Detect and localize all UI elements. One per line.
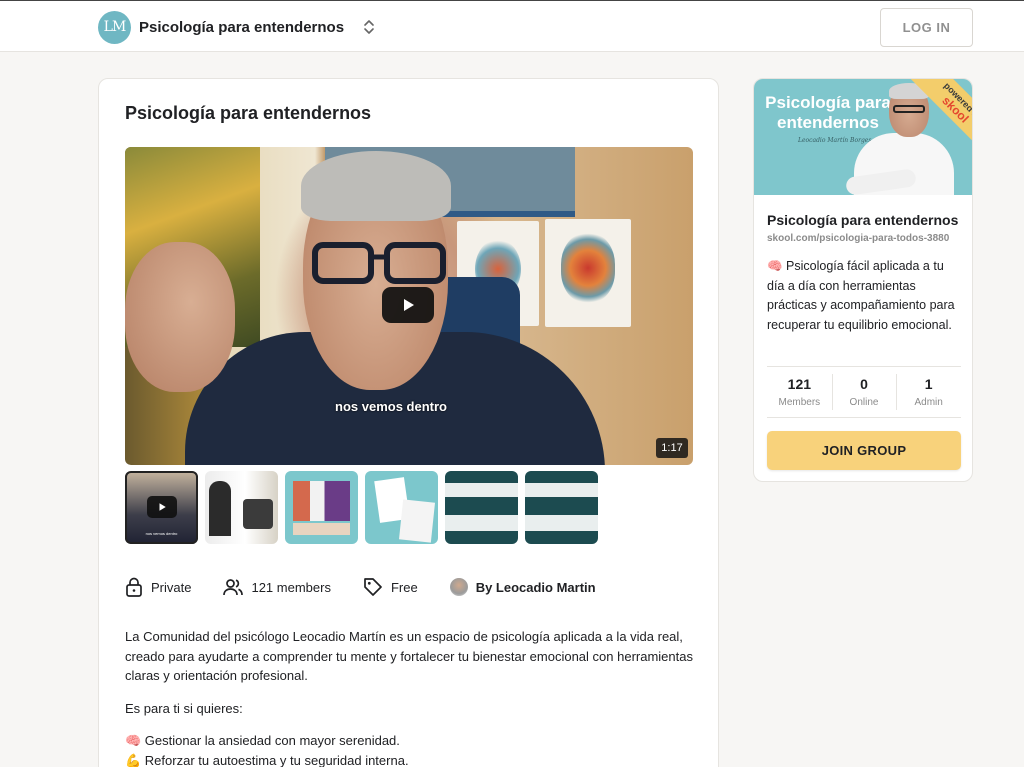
login-button[interactable]: LOG IN [880, 8, 973, 47]
users-icon [223, 579, 244, 596]
play-icon [147, 496, 177, 518]
group-switcher[interactable]: LM Psicología para entendernos [98, 10, 376, 44]
description-para-ti: Es para ti si quieres: [125, 700, 243, 716]
intro-video[interactable]: nos vemos dentro 1:17 [125, 147, 693, 465]
video-scene [312, 242, 446, 284]
members-label: 121 members [251, 579, 331, 595]
description-line: claras y orientación profesional. [125, 668, 308, 683]
about-card: Psicología para entendernos nos vemos de… [98, 78, 719, 767]
video-caption: nos vemos dentro [335, 399, 447, 414]
group-summary-card: Psicología para entendernos Leocadio Mar… [753, 78, 973, 482]
group-cover-image: Psicología para entendernos Leocadio Mar… [754, 79, 972, 195]
tag-icon [364, 578, 382, 596]
stat-value: 0 [860, 376, 868, 392]
author-info[interactable]: By Leocadio Martin [449, 578, 596, 596]
description-bullet: 🧠 Gestionar la ansiedad con mayor sereni… [125, 733, 400, 748]
stat-online: 0 Online [831, 368, 897, 416]
video-scene [125, 242, 235, 392]
thumbnail-image[interactable] [525, 471, 598, 544]
thumbnail-caption: nos vemos dentro [145, 531, 178, 536]
group-description: La Comunidad del psicólogo Leocadio Mart… [125, 627, 697, 767]
media-thumbnails: nos vemos dentro [125, 471, 598, 544]
divider [767, 366, 961, 367]
divider [767, 417, 961, 418]
description-bullet: 💪 Reforzar tu autoestima y tu seguridad … [125, 752, 409, 767]
group-stats: 121 Members 0 Online 1 Admin [767, 368, 961, 416]
price-info: Free [363, 577, 418, 597]
page-title: Psicología para entendernos [125, 103, 372, 123]
privacy-info: Private [125, 577, 191, 597]
description-intro: La Comunidad del psicólogo Leocadio Mart… [125, 627, 697, 686]
members-info: 121 members [223, 578, 331, 596]
play-icon [404, 299, 414, 311]
video-scene [301, 151, 451, 221]
thumbnail-video[interactable]: nos vemos dentro [125, 471, 198, 544]
author-label: By Leocadio Martin [475, 579, 596, 595]
video-scene [545, 219, 631, 327]
thumbnail-image[interactable] [445, 471, 518, 544]
lock-icon [126, 577, 142, 597]
group-tagline: 🧠 Psicología fácil aplicada a tu día a d… [767, 259, 955, 332]
group-name: Psicología para entendernos [139, 18, 345, 36]
thumbnail-image[interactable] [365, 471, 438, 544]
video-duration: 1:17 [656, 438, 688, 458]
author-avatar [449, 578, 468, 596]
price-label: Free [390, 579, 418, 595]
thumbnail-image[interactable] [205, 471, 278, 544]
group-url: skool.com/psicologia-para-todos-3880 [767, 233, 950, 244]
description-line: La Comunidad del psicólogo Leocadio Mart… [125, 629, 683, 644]
stat-label: Members [778, 397, 821, 408]
description-line: creado para ayudarte a comprender tu men… [125, 648, 693, 664]
group-name: Psicología para entendernos [767, 212, 959, 228]
chevron-up-down-icon[interactable] [362, 17, 376, 37]
stat-value: 121 [787, 376, 812, 392]
thumbnail-image[interactable] [285, 471, 358, 544]
stat-value: 1 [924, 376, 933, 392]
top-header: LM Psicología para entendernos LOG IN [0, 0, 1024, 52]
join-group-button[interactable]: JOIN GROUP [767, 431, 961, 470]
description-bullets: 🧠 Gestionar la ansiedad con mayor sereni… [125, 731, 697, 767]
privacy-label: Private [151, 579, 192, 595]
stat-admin: 1 Admin [896, 368, 961, 416]
play-button[interactable] [382, 287, 434, 323]
stat-members: 121 Members [767, 368, 832, 416]
group-meta: Private 121 members Free By Leocadio Mar… [125, 577, 628, 597]
group-logo: LM [98, 10, 131, 44]
stat-label: Admin [914, 397, 943, 408]
stat-label: Online [849, 397, 879, 408]
